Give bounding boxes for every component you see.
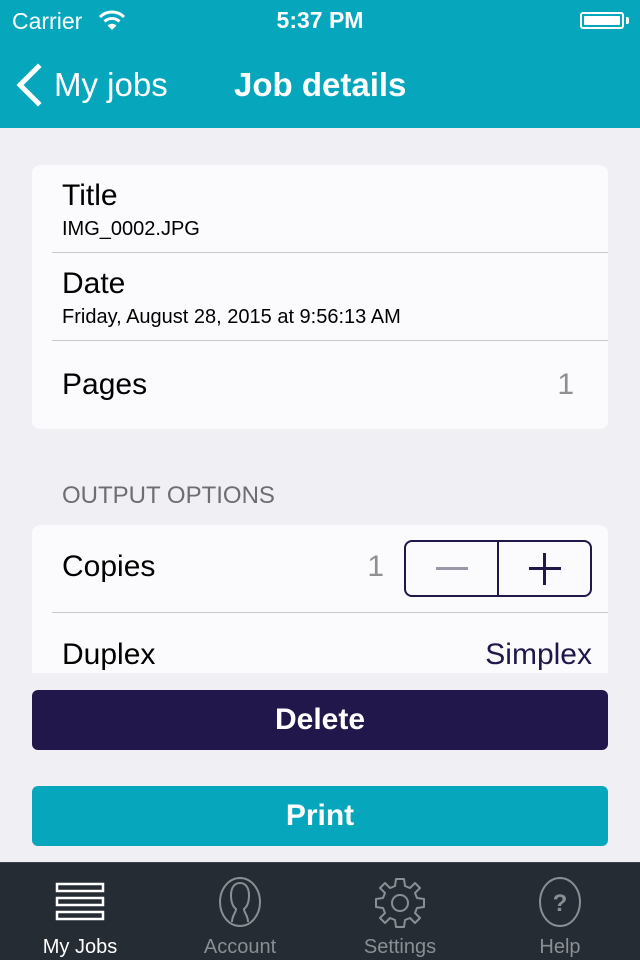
tab-label: My Jobs [42, 936, 118, 958]
svg-text:?: ? [553, 890, 568, 917]
date-value: Friday, August 28, 2015 at 9:56:13 AM [62, 306, 401, 328]
tab-my-jobs[interactable]: My Jobs [0, 863, 160, 960]
job-details-card: Title IMG_0002.JPG Date Friday, August 2… [32, 165, 608, 429]
help-icon: ? [539, 877, 581, 927]
gear-icon [375, 878, 425, 928]
output-options-card: Copies 1 Duplex Simplex [32, 525, 608, 673]
back-label: My jobs [54, 66, 168, 103]
decrement-button[interactable] [406, 542, 497, 595]
duplex-row[interactable]: Duplex Simplex [32, 613, 608, 673]
tab-label: Help [539, 936, 581, 958]
tab-help[interactable]: ? Help [480, 863, 640, 960]
output-options-header: OUTPUT OPTIONS [62, 482, 275, 509]
tab-bar: My Jobs Account Settings ? Help [0, 862, 640, 960]
copies-label: Copies [62, 550, 156, 583]
delete-button[interactable]: Delete [32, 690, 608, 750]
copies-row: Copies 1 [32, 525, 608, 613]
battery-icon [580, 12, 624, 29]
date-row: Date Friday, August 28, 2015 at 9:56:13 … [32, 253, 608, 341]
pages-row: Pages 1 [32, 341, 608, 429]
pages-label: Pages [62, 368, 148, 401]
status-bar: Carrier 5:37 PM [0, 0, 640, 40]
copies-stepper [404, 540, 592, 597]
tab-label: Settings [363, 936, 437, 958]
page-title: Job details [234, 66, 407, 103]
increment-button[interactable] [497, 542, 590, 595]
date-label: Date [62, 267, 126, 300]
title-label: Title [62, 179, 118, 212]
duplex-label: Duplex [62, 638, 156, 671]
title-value: IMG_0002.JPG [62, 218, 200, 240]
plus-icon [528, 552, 561, 585]
tab-label: Account [203, 936, 277, 958]
user-icon [219, 877, 261, 927]
title-row: Title IMG_0002.JPG [32, 165, 608, 253]
minus-icon [435, 567, 468, 570]
print-button[interactable]: Print [32, 786, 608, 846]
list-icon [55, 882, 105, 921]
header: Carrier 5:37 PM My jobs Job details [0, 0, 640, 128]
battery-nub [626, 17, 629, 24]
back-button[interactable]: My jobs [14, 60, 168, 110]
tab-account[interactable]: Account [160, 863, 320, 960]
copies-value: 1 [367, 550, 384, 583]
chevron-left-icon [16, 63, 42, 107]
pages-value: 1 [557, 368, 574, 401]
clock: 5:37 PM [276, 7, 364, 33]
tab-settings[interactable]: Settings [320, 863, 480, 960]
duplex-value: Simplex [485, 638, 592, 671]
